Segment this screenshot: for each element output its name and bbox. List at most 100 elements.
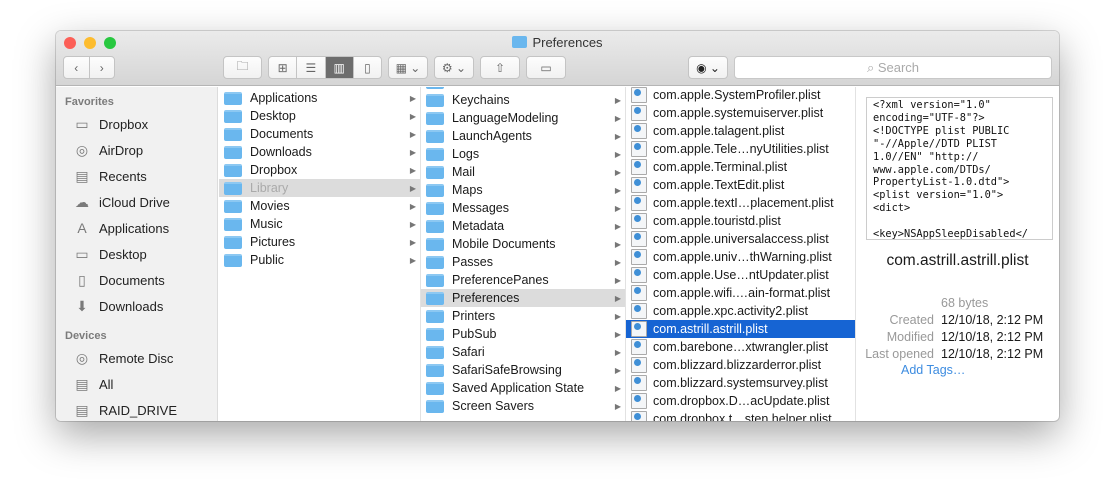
- sidebar-item-airdrop[interactable]: ◎ AirDrop: [56, 137, 217, 163]
- list-item[interactable]: com.apple.univ…thWarning.plist: [626, 248, 855, 266]
- sidebar-item-remote-disc[interactable]: ◎ Remote Disc: [56, 345, 217, 371]
- sidebar-item-raid-drive[interactable]: ▤ RAID_DRIVE: [56, 397, 217, 421]
- list-item[interactable]: Pictures ▶: [219, 233, 420, 251]
- list-item[interactable]: com.apple.Terminal.plist: [626, 158, 855, 176]
- sidebar-item-desktop[interactable]: ▭ Desktop: [56, 241, 217, 267]
- list-item[interactable]: Mobile Documents ▶: [421, 235, 625, 253]
- list-item[interactable]: com.dropbox.D…acUpdate.plist: [626, 392, 855, 410]
- sidebar-item-recents[interactable]: ▤ Recents: [56, 163, 217, 189]
- folder-icon: [224, 181, 242, 195]
- list-item[interactable]: Passes ▶: [421, 253, 625, 271]
- item-label: PreferencePanes: [452, 273, 549, 287]
- item-label: Passes: [452, 255, 493, 269]
- list-item[interactable]: com.apple.textI…placement.plist: [626, 194, 855, 212]
- folder-icon: [426, 327, 444, 341]
- list-item[interactable]: Safari ▶: [421, 343, 625, 361]
- back-button[interactable]: ‹: [64, 57, 90, 78]
- forward-button[interactable]: ›: [90, 57, 115, 78]
- list-item[interactable]: Downloads ▶: [219, 143, 420, 161]
- disclosure-arrow-icon: ▶: [614, 239, 621, 249]
- list-item[interactable]: com.apple.systemuiserver.plist: [626, 104, 855, 122]
- gallery-view-button[interactable]: ▯: [354, 57, 381, 78]
- list-item[interactable]: com.apple.universalaccess.plist: [626, 230, 855, 248]
- list-item[interactable]: com.apple.SystemProfiler.plist: [626, 87, 855, 104]
- share-button[interactable]: ⇧: [480, 56, 520, 79]
- list-item[interactable]: Applications ▶: [219, 89, 420, 107]
- last-opened-label: Last opened: [865, 346, 934, 361]
- add-tags-link[interactable]: Add Tags…: [901, 363, 965, 377]
- item-label: com.apple.wifi.…ain-format.plist: [653, 286, 831, 300]
- list-item[interactable]: com.apple.xpc.activity2.plist: [626, 302, 855, 320]
- sidebar: Favorites ▭ Dropbox ◎ AirDrop ▤ Recents ☁ iClou…: [56, 87, 218, 421]
- list-item[interactable]: Metadata ▶: [421, 217, 625, 235]
- disclosure-arrow-icon: ▶: [409, 255, 416, 265]
- list-item[interactable]: LanguageModeling ▶: [421, 109, 625, 127]
- list-item[interactable]: Printers ▶: [421, 307, 625, 325]
- folder-icon: [426, 345, 444, 359]
- quicklook-button[interactable]: ◉ ⌄: [688, 56, 728, 79]
- list-item[interactable]: com.blizzard.systemsurvey.plist: [626, 374, 855, 392]
- action-button[interactable]: ⚙ ⌄: [434, 56, 474, 79]
- sidebar-item-dropbox[interactable]: ▭ Dropbox: [56, 111, 217, 137]
- folder-icon: [224, 199, 242, 213]
- window-title: Preferences: [56, 35, 1059, 50]
- list-item[interactable]: Mail ▶: [421, 163, 625, 181]
- folder-icon: [224, 109, 242, 123]
- list-item[interactable]: com.apple.TextEdit.plist: [626, 176, 855, 194]
- list-item[interactable]: com.apple.Use…ntUpdater.plist: [626, 266, 855, 284]
- list-item[interactable]: Music ▶: [219, 215, 420, 233]
- folder-icon: [224, 235, 242, 249]
- sidebar-item-documents[interactable]: ▯ Documents: [56, 267, 217, 293]
- disclosure-arrow-icon: ▶: [614, 113, 621, 123]
- list-item[interactable]: Library ▶: [219, 179, 420, 197]
- folder-icon: [426, 183, 444, 197]
- tags-button[interactable]: ▭: [526, 56, 566, 79]
- item-label: Documents: [250, 127, 314, 141]
- disclosure-arrow-icon: ▶: [614, 401, 621, 411]
- list-item[interactable]: com.barebone…xtwrangler.plist: [626, 338, 855, 356]
- list-item[interactable]: Saved Application State ▶: [421, 379, 625, 397]
- plist-file-icon: [631, 213, 647, 229]
- disclosure-arrow-icon: ▶: [614, 311, 621, 321]
- list-item[interactable]: com.apple.touristd.plist: [626, 212, 855, 230]
- list-item[interactable]: Screen Savers ▶: [421, 397, 625, 415]
- list-item[interactable]: Documents ▶: [219, 125, 420, 143]
- sidebar-item-all[interactable]: ▤ All: [56, 371, 217, 397]
- list-item[interactable]: PubSub ▶: [421, 325, 625, 343]
- disclosure-arrow-icon: ▶: [614, 329, 621, 339]
- list-item[interactable]: Desktop ▶: [219, 107, 420, 125]
- list-item[interactable]: Messages ▶: [421, 199, 625, 217]
- list-item[interactable]: com.apple.talagent.plist: [626, 122, 855, 140]
- folder-icon: [426, 93, 444, 107]
- list-item[interactable]: Maps ▶: [421, 181, 625, 199]
- plist-file-icon: [631, 411, 647, 421]
- column-preferences: com.apple.SystemProfiler.plist com.apple.…: [626, 87, 856, 421]
- list-item[interactable]: Movies ▶: [219, 197, 420, 215]
- item-label: com.apple.talagent.plist: [653, 124, 785, 138]
- list-view-button[interactable]: ☰: [297, 57, 326, 78]
- sidebar-item-applications[interactable]: A Applications: [56, 215, 217, 241]
- icon-view-button[interactable]: ⊞: [269, 57, 298, 78]
- list-item[interactable]: PreferencePanes ▶: [421, 271, 625, 289]
- list-item[interactable]: com.apple.wifi.…ain-format.plist: [626, 284, 855, 302]
- list-item[interactable]: Preferences ▶: [421, 289, 625, 307]
- list-item[interactable]: Keychains ▶: [421, 91, 625, 109]
- list-item[interactable]: com.apple.Tele…nyUtilities.plist: [626, 140, 855, 158]
- sidebar-item-downloads[interactable]: ⬇ Downloads: [56, 293, 217, 319]
- list-item[interactable]: Logs ▶: [421, 145, 625, 163]
- list-item[interactable]: Dropbox ▶: [219, 161, 420, 179]
- search-input[interactable]: ⌕ Search: [734, 56, 1052, 79]
- list-item[interactable]: SafariSafeBrowsing ▶: [421, 361, 625, 379]
- new-folder-button[interactable]: 🗀: [223, 56, 262, 79]
- devices-header: Devices: [65, 330, 107, 342]
- column-view-button[interactable]: ▥: [325, 57, 354, 78]
- folder-icon: [426, 237, 444, 251]
- list-item[interactable]: com.blizzard.blizzarderror.plist: [626, 356, 855, 374]
- list-item[interactable]: com.dropbox.t…sten.helper.plist: [626, 410, 855, 421]
- list-item[interactable]: Public ▶: [219, 251, 420, 269]
- list-item[interactable]: LaunchAgents ▶: [421, 127, 625, 145]
- view-mode-control: ⊞ ☰ ▥ ▯: [268, 56, 382, 79]
- sidebar-item-icloud-drive[interactable]: ☁ iCloud Drive: [56, 189, 217, 215]
- group-button[interactable]: ▦ ⌄: [388, 56, 428, 79]
- list-item[interactable]: com.astrill.astrill.plist: [626, 320, 855, 338]
